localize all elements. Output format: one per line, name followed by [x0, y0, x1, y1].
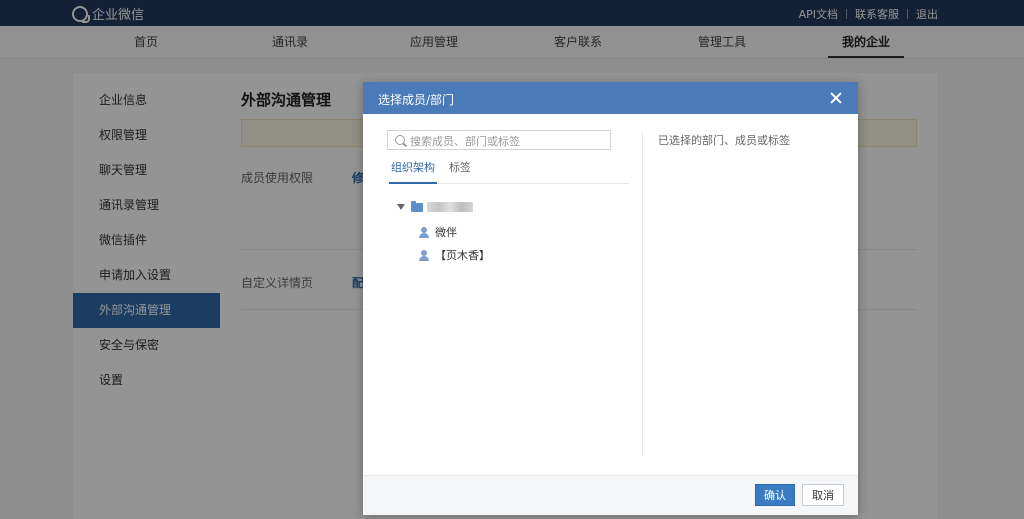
org-selector-pane: 组织架构 标签 微伴 【页木香】: [387, 128, 629, 456]
tree-member[interactable]: 微伴: [419, 224, 457, 240]
tree-department-root[interactable]: [397, 200, 473, 212]
dialog-header: 选择成员/部门: [363, 82, 858, 114]
tab-org-structure[interactable]: 组织架构: [389, 161, 437, 184]
department-name-redacted: [427, 202, 473, 212]
tree-member[interactable]: 【页木香】: [419, 247, 490, 263]
cancel-button[interactable]: 取消: [802, 484, 844, 506]
search-input[interactable]: [408, 132, 610, 150]
user-icon: [419, 249, 429, 261]
dialog-title: 选择成员/部门: [378, 93, 455, 107]
caret-down-icon[interactable]: [397, 204, 405, 210]
search-icon: [395, 135, 405, 145]
search-box[interactable]: [387, 130, 611, 150]
close-icon[interactable]: [826, 88, 846, 108]
member-name: 【页木香】: [435, 249, 490, 262]
folder-icon: [411, 200, 423, 212]
selected-items-label: 已选择的部门、成员或标签: [658, 134, 790, 147]
dialog-footer: 确认 取消: [363, 475, 858, 515]
select-member-dialog: 选择成员/部门 组织架构 标签 微伴 【页木香】: [363, 82, 858, 515]
tab-tags[interactable]: 标签: [449, 161, 471, 183]
pane-divider: [642, 132, 643, 456]
member-name: 微伴: [435, 226, 457, 239]
confirm-button[interactable]: 确认: [755, 484, 795, 506]
selector-tabs: 组织架构 标签: [387, 161, 629, 184]
user-icon: [419, 226, 429, 238]
